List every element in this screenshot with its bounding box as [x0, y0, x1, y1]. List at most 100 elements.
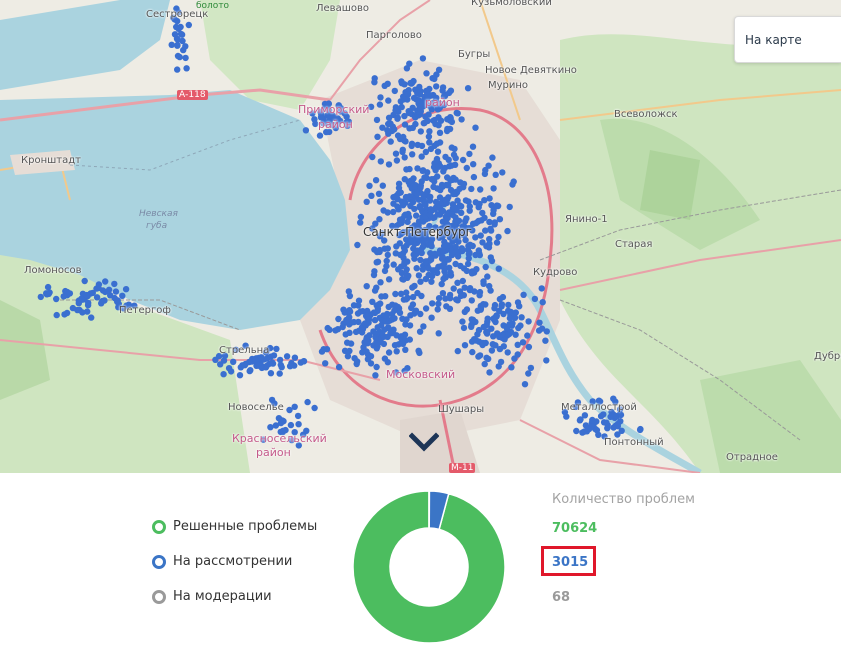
problem-point[interactable] — [603, 419, 610, 426]
problem-point[interactable] — [373, 340, 381, 347]
problem-point[interactable] — [465, 255, 472, 262]
problem-point[interactable] — [414, 247, 421, 254]
problem-point[interactable] — [402, 193, 410, 201]
problem-point[interactable] — [406, 322, 414, 329]
problem-point[interactable] — [220, 371, 227, 378]
problem-point[interactable] — [435, 114, 442, 121]
problem-point[interactable] — [119, 292, 126, 299]
problem-point[interactable] — [376, 216, 383, 223]
problem-point[interactable] — [376, 198, 384, 205]
problem-point[interactable] — [481, 214, 488, 221]
problem-point[interactable] — [370, 309, 378, 316]
problem-point[interactable] — [440, 248, 447, 255]
problem-point[interactable] — [95, 284, 102, 292]
problem-point[interactable] — [520, 291, 527, 298]
problem-point[interactable] — [531, 295, 539, 303]
problem-point[interactable] — [179, 37, 186, 45]
problem-point[interactable] — [536, 319, 543, 326]
problem-point[interactable] — [411, 205, 418, 213]
problem-point[interactable] — [498, 303, 505, 310]
problem-point[interactable] — [391, 126, 398, 133]
problem-point[interactable] — [390, 261, 397, 268]
problem-point[interactable] — [481, 360, 488, 368]
problem-point[interactable] — [446, 295, 454, 302]
problem-point[interactable] — [413, 265, 420, 272]
problem-point[interactable] — [486, 369, 493, 376]
problem-point[interactable] — [426, 211, 434, 219]
problem-point[interactable] — [395, 184, 403, 192]
problem-point[interactable] — [168, 41, 175, 48]
problem-point[interactable] — [389, 329, 396, 337]
problem-point[interactable] — [230, 358, 237, 365]
problem-point[interactable] — [369, 298, 376, 305]
problem-point[interactable] — [428, 176, 435, 183]
problem-point[interactable] — [488, 347, 496, 354]
problem-point[interactable] — [236, 372, 244, 379]
problem-point[interactable] — [324, 324, 331, 332]
problem-point[interactable] — [377, 94, 384, 101]
problem-point[interactable] — [485, 244, 493, 251]
problem-point[interactable] — [418, 142, 426, 150]
problem-point[interactable] — [122, 286, 130, 293]
problem-point[interactable] — [382, 293, 389, 300]
problem-point[interactable] — [53, 311, 60, 319]
problem-point[interactable] — [357, 213, 365, 221]
problem-point[interactable] — [302, 127, 310, 134]
problem-point[interactable] — [279, 417, 286, 424]
problem-point[interactable] — [445, 210, 452, 217]
problem-point[interactable] — [424, 187, 431, 195]
problem-point[interactable] — [476, 200, 483, 208]
problem-point[interactable] — [422, 305, 430, 312]
problem-point[interactable] — [542, 337, 549, 344]
problem-point[interactable] — [477, 186, 484, 193]
problem-point[interactable] — [276, 370, 283, 377]
problem-point[interactable] — [178, 31, 186, 38]
problem-point[interactable] — [469, 143, 477, 150]
problem-point[interactable] — [435, 330, 442, 337]
problem-point[interactable] — [402, 199, 409, 206]
problem-point[interactable] — [354, 241, 361, 249]
problem-point[interactable] — [173, 23, 180, 31]
problem-point[interactable] — [476, 352, 484, 359]
problem-point[interactable] — [440, 275, 447, 283]
problem-point[interactable] — [413, 212, 420, 219]
problem-point[interactable] — [506, 314, 514, 322]
problem-point[interactable] — [300, 358, 308, 365]
problem-point[interactable] — [393, 157, 401, 164]
problem-point[interactable] — [416, 204, 424, 211]
problem-point[interactable] — [391, 87, 398, 95]
problem-point[interactable] — [518, 314, 525, 321]
problem-point[interactable] — [468, 185, 475, 193]
problem-point[interactable] — [440, 242, 448, 250]
problem-point[interactable] — [470, 161, 477, 168]
problem-point[interactable] — [446, 163, 453, 170]
problem-point[interactable] — [485, 162, 492, 169]
problem-point[interactable] — [246, 367, 253, 375]
problem-point[interactable] — [586, 425, 593, 433]
problem-point[interactable] — [479, 341, 486, 349]
problem-point[interactable] — [365, 319, 372, 326]
problem-point[interactable] — [454, 279, 461, 286]
problem-point[interactable] — [373, 116, 381, 124]
problem-point[interactable] — [508, 364, 515, 371]
problem-point[interactable] — [543, 357, 550, 364]
problem-point[interactable] — [384, 251, 391, 259]
problem-point[interactable] — [454, 347, 461, 355]
problem-point[interactable] — [63, 309, 71, 317]
problem-point[interactable] — [372, 177, 380, 184]
problem-point[interactable] — [394, 115, 401, 122]
problem-point[interactable] — [392, 150, 400, 157]
problem-point[interactable] — [396, 135, 404, 143]
problem-point[interactable] — [416, 328, 424, 335]
problem-point[interactable] — [499, 169, 506, 176]
problem-point[interactable] — [496, 333, 503, 341]
problem-point[interactable] — [497, 358, 505, 366]
problem-point[interactable] — [506, 203, 513, 211]
problem-point[interactable] — [484, 273, 491, 280]
problem-point[interactable] — [409, 79, 416, 86]
problem-point[interactable] — [480, 323, 487, 331]
problem-point[interactable] — [371, 79, 378, 86]
problem-point[interactable] — [441, 268, 448, 275]
problem-point[interactable] — [385, 97, 392, 104]
problem-point[interactable] — [525, 343, 533, 351]
